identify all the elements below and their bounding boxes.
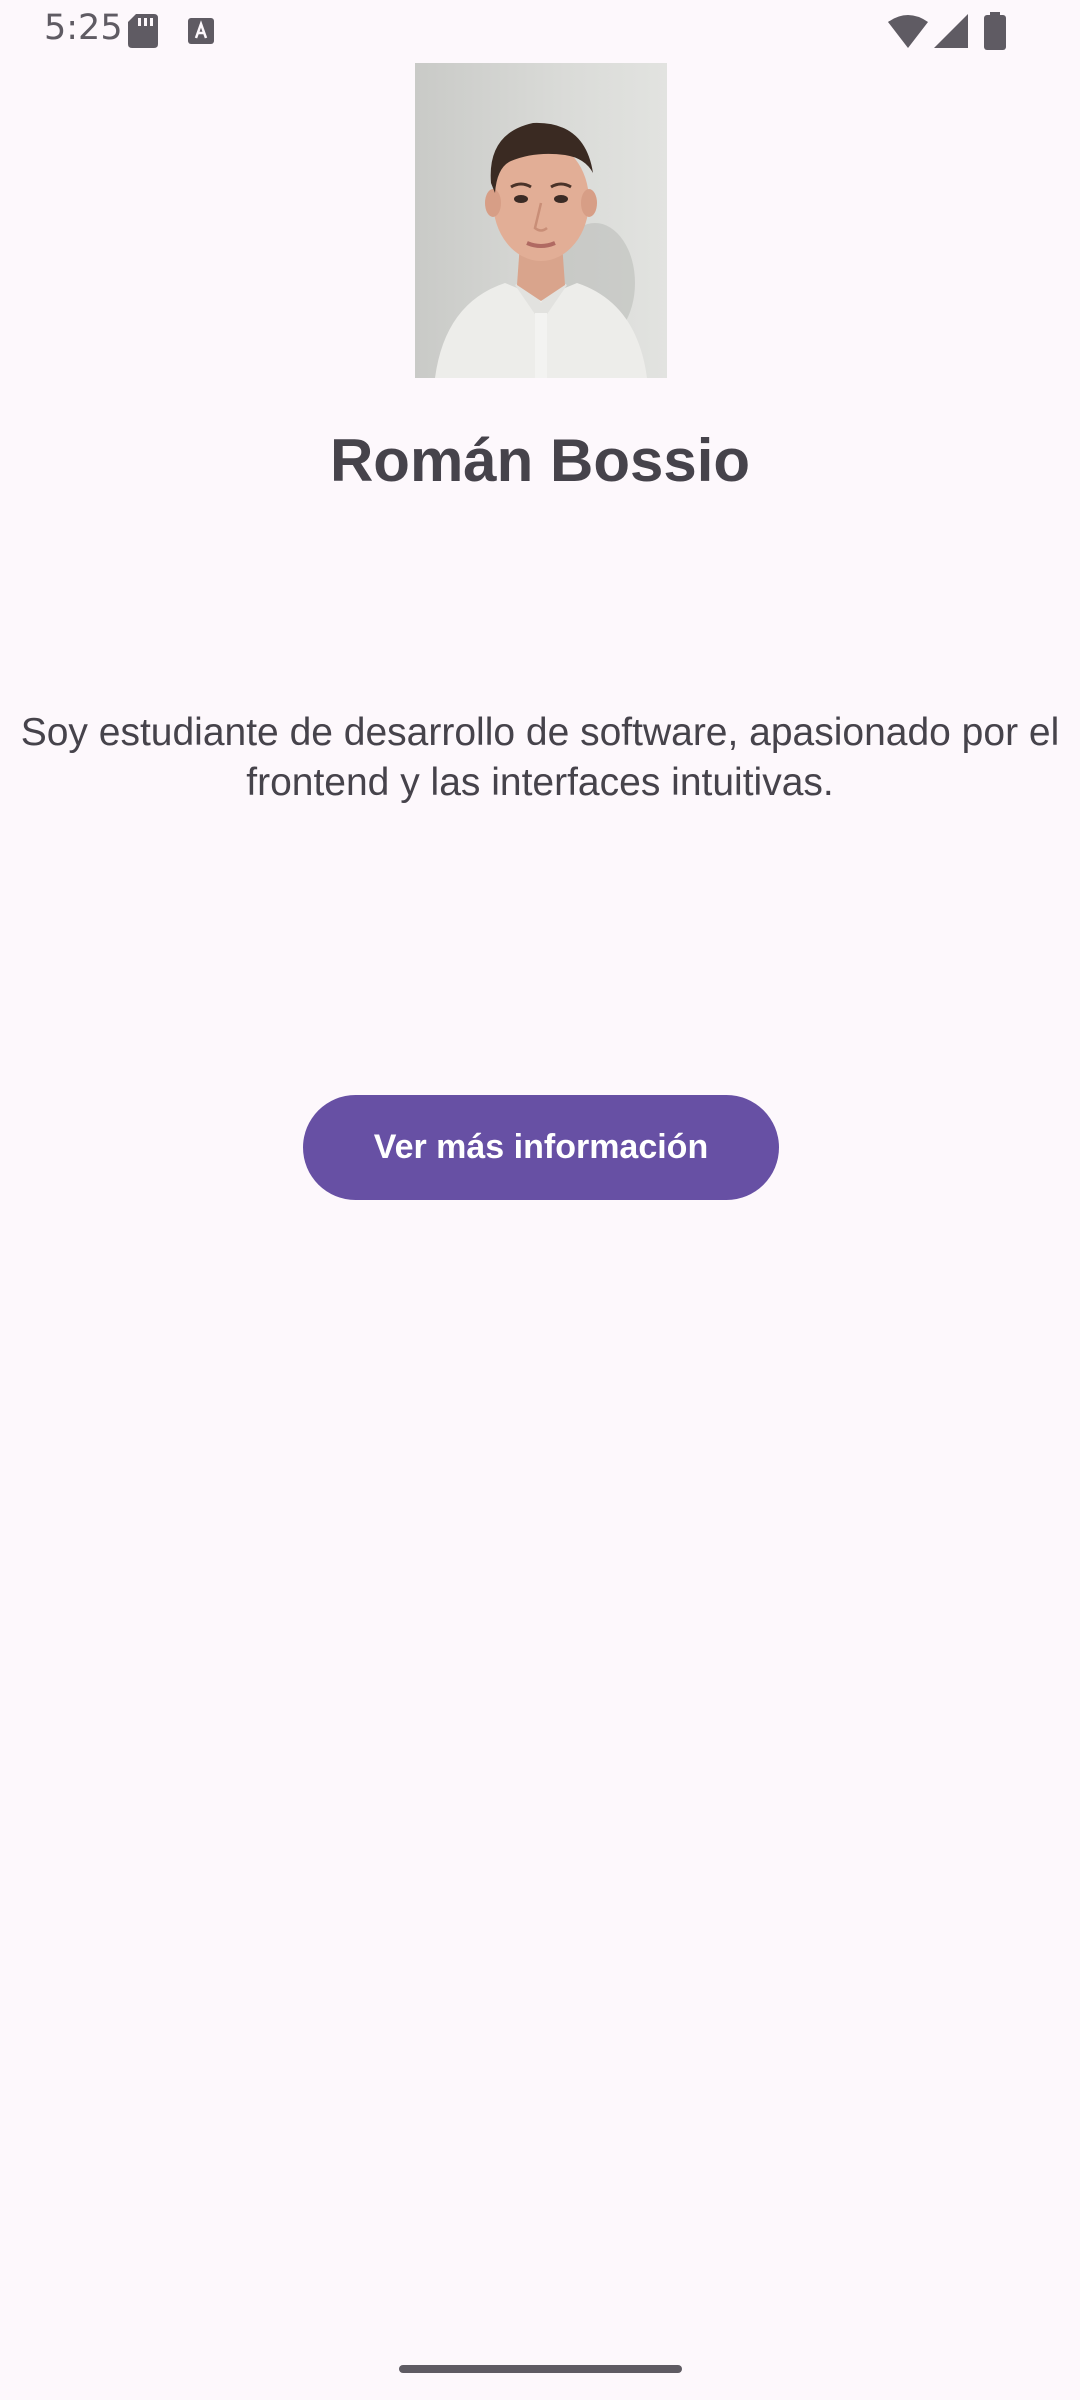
profile-name: Román Bossio xyxy=(329,427,751,494)
battery-icon xyxy=(984,12,1006,50)
status-bar: 5:25 xyxy=(0,0,1080,62)
profile-photo xyxy=(415,63,667,378)
profile-bio: Soy estudiante de desarrollo de software… xyxy=(20,711,1060,804)
more-info-button[interactable]: Ver más información xyxy=(303,1095,779,1200)
sd-card-icon xyxy=(128,14,158,48)
cell-signal-icon xyxy=(934,14,968,48)
wifi-icon xyxy=(888,15,928,48)
text-input-icon xyxy=(188,18,214,44)
profile-photo-image xyxy=(415,63,667,378)
status-time: 5:25 xyxy=(44,8,123,48)
gesture-navigation-handle[interactable] xyxy=(399,2365,682,2373)
